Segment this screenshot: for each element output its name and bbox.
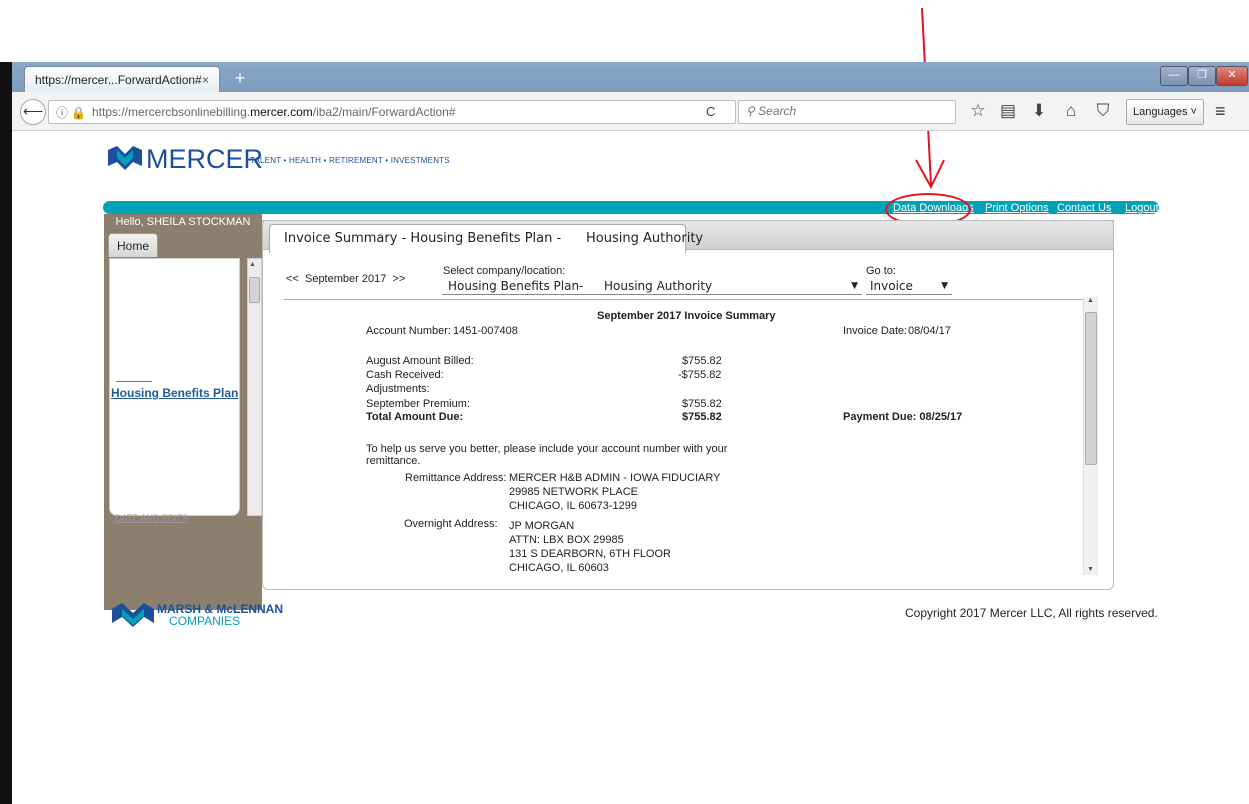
address-line: MERCER H&B ADMIN - IOWA FIDUCIARY [509,472,721,484]
home-tab[interactable]: Home [108,233,158,257]
address-line: JP MORGAN [509,520,575,532]
content-divider [284,299,1084,300]
brand-tagline: TALENT • HEALTH • RETIREMENT • INVESTMEN… [250,156,450,165]
help-text-cont: remittance. [366,455,421,467]
mercer-brand: MERCER [146,144,264,174]
prev-month-button[interactable]: << [286,273,299,285]
sidebar-item-clipped[interactable]: DATE AND EDITS [115,513,188,523]
print-options-link[interactable]: Print Options [985,202,1049,214]
invoice-date-label: Invoice Date: [843,325,908,337]
goto-label: Go to: [866,265,896,277]
line-amount: $755.82 [682,398,722,410]
dropdown-arrow-icon: ▼ [941,281,948,291]
marsh-mclennan-brand: MARSH & McLENNAN COMPANIES [157,603,283,627]
help-text: To help us serve you better, please incl… [366,443,728,455]
address-line: 29985 NETWORK PLACE [509,486,638,498]
line-amount: -$755.82 [678,369,722,381]
payment-due: Payment Due: 08/25/17 [843,411,963,423]
tab-close-icon[interactable]: × [202,67,209,93]
account-number-value: 1451-007408 [453,325,518,337]
line-label: Cash Received: [366,369,444,381]
month-navigator: << September 2017 >> [286,273,405,285]
account-number-label: Account Number: [366,325,451,337]
sidebar-item-housing-benefits-plan[interactable]: Housing Benefits Plan [111,386,238,400]
total-due-amount: $755.82 [682,411,722,423]
contact-us-link[interactable]: Contact Us [1057,202,1111,214]
company-select-location: Housing Authority [604,279,713,293]
site-info-icon[interactable]: ⓘ 🔒 [56,104,86,121]
line-label: Adjustments: [366,383,430,395]
copyright-text: Copyright 2017 Mercer LLC, All rights re… [905,606,1158,620]
left-edge-strip [0,62,12,804]
company-select-value: Housing Benefits Plan- [448,279,584,293]
reading-list-icon[interactable]: ▤ [997,101,1019,121]
browser-tab-title: https://mercer...ForwardAction# [35,73,202,87]
close-window-button[interactable]: ✕ [1216,66,1248,86]
browser-tab[interactable]: https://mercer...ForwardAction# × [24,66,220,92]
line-label: August Amount Billed: [366,355,474,367]
line-amount: $755.82 [682,355,722,367]
goto-select-value: Invoice [870,279,913,293]
address-line: 131 S DEARBORN, 6TH FLOOR [509,548,671,560]
invoice-summary-title: September 2017 Invoice Summary [597,310,776,322]
marsh-mclennan-logo-icon [112,603,154,627]
pocket-icon[interactable]: ⛉ [1092,101,1114,121]
address-line: ATTN: LBX BOX 29985 [509,534,624,546]
dropdown-arrow-icon: ▼ [851,281,858,291]
logout-link[interactable]: Logout [1125,202,1159,214]
company-select-label: Select company/location: [443,265,566,277]
reload-icon[interactable]: C [706,104,715,119]
total-due-label: Total Amount Due: [366,411,464,423]
menu-icon[interactable]: ≡ [1215,101,1226,122]
mercer-logo-icon [108,146,142,170]
overnight-label: Overnight Address: [404,518,498,530]
address-line: CHICAGO, IL 60673-1299 [509,500,637,512]
line-label: September Premium: [366,398,470,410]
remittance-label: Remittance Address: [405,472,507,484]
search-icon: ⚲ [746,104,755,118]
bookmark-star-icon[interactable]: ☆ [967,101,989,121]
minimize-button[interactable]: — [1160,66,1188,86]
goto-select[interactable]: Invoice ▼ [866,277,952,295]
new-tab-button[interactable]: + [230,67,250,89]
invoice-scroll-thumb[interactable] [1085,312,1097,465]
home-icon[interactable]: ⌂ [1060,101,1082,121]
next-month-button[interactable]: >> [392,273,405,285]
current-month: September 2017 [304,273,387,285]
search-placeholder: ⚲ Search [746,104,797,118]
restore-button[interactable]: ❐ [1188,66,1216,86]
tab-invoice-summary[interactable]: Invoice Summary - Housing Benefits Plan … [269,224,703,253]
languages-button[interactable]: Languages ˅ [1126,99,1204,125]
company-select[interactable]: Housing Benefits Plan- Housing Authority… [442,277,862,295]
back-arrow-icon[interactable]: ⟵ [20,99,46,125]
mmc-line-2: COMPANIES [169,614,241,628]
user-greeting: Hello, SHEILA STOCKMAN [115,216,251,228]
invoice-date-value: 08/04/17 [908,325,951,337]
sidebar-divider [116,381,152,382]
url-text[interactable]: https://mercercbsonlinebilling.mercer.co… [92,105,456,119]
address-line: CHICAGO, IL 60603 [509,562,609,574]
sidebar-scrollbar[interactable]: ▲ [247,258,262,516]
download-icon[interactable]: ⬇ [1028,101,1050,121]
